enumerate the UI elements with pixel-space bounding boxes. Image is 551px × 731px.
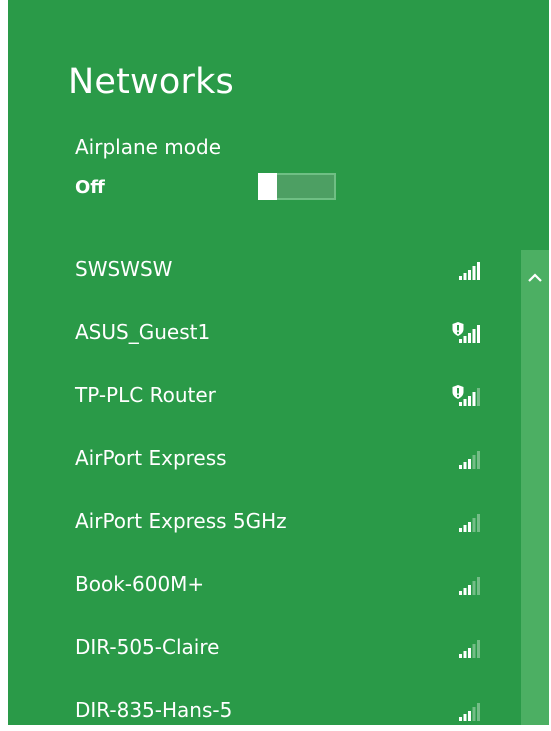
chevron-up-icon bbox=[528, 273, 542, 282]
signal-bar bbox=[472, 644, 476, 658]
airplane-mode-state: Off bbox=[75, 177, 105, 198]
network-name: DIR-505-Claire bbox=[75, 635, 220, 659]
signal-bar bbox=[459, 276, 462, 280]
network-item[interactable]: Book-600M+ bbox=[8, 553, 518, 616]
network-name: DIR-835-Hans-5 bbox=[75, 698, 233, 722]
wifi-signal-icon bbox=[459, 703, 480, 721]
network-name: TP-PLC Router bbox=[75, 383, 216, 407]
signal-bar bbox=[459, 654, 462, 658]
signal-bar bbox=[468, 396, 471, 406]
signal-bar bbox=[468, 270, 471, 280]
wifi-signal-icon bbox=[459, 451, 480, 469]
shield-warning-icon bbox=[452, 322, 464, 336]
signal-bar bbox=[472, 518, 476, 532]
toggle-thumb[interactable] bbox=[258, 173, 277, 200]
signal-bar bbox=[477, 640, 480, 658]
signal-bar bbox=[472, 707, 476, 721]
signal-bar bbox=[463, 588, 467, 595]
network-item[interactable]: DIR-505-Claire bbox=[8, 616, 518, 679]
signal-bar bbox=[463, 399, 467, 406]
airplane-mode-label: Airplane mode bbox=[75, 135, 222, 159]
wifi-signal-icon bbox=[452, 322, 480, 343]
signal-bar bbox=[468, 585, 471, 595]
airplane-mode-toggle[interactable] bbox=[258, 173, 336, 200]
signal-bar bbox=[468, 459, 471, 469]
signal-bar bbox=[468, 711, 471, 721]
signal-bar bbox=[472, 455, 476, 469]
network-name: SWSWSW bbox=[75, 257, 173, 281]
signal-bar bbox=[472, 392, 476, 406]
signal-bar bbox=[477, 451, 480, 469]
signal-bar bbox=[459, 591, 462, 595]
signal-bar bbox=[472, 581, 476, 595]
signal-bar bbox=[472, 266, 476, 280]
scrollbar[interactable] bbox=[521, 250, 549, 725]
signal-bar bbox=[477, 388, 480, 406]
network-item[interactable]: TP-PLC Router bbox=[8, 364, 518, 427]
signal-bar bbox=[459, 465, 462, 469]
signal-bar bbox=[459, 528, 462, 532]
signal-bar bbox=[463, 336, 467, 343]
signal-bar bbox=[468, 648, 471, 658]
signal-bar bbox=[459, 717, 462, 721]
network-item[interactable]: ASUS_Guest1 bbox=[8, 301, 518, 364]
network-name: AirPort Express 5GHz bbox=[75, 509, 287, 533]
signal-bar bbox=[477, 325, 480, 343]
wifi-signal-icon bbox=[459, 514, 480, 532]
network-name: Book-600M+ bbox=[75, 572, 205, 596]
signal-bar bbox=[477, 514, 480, 532]
signal-bar bbox=[463, 714, 467, 721]
wifi-signal-icon bbox=[459, 577, 480, 595]
network-item[interactable]: SWSWSW bbox=[8, 238, 518, 301]
signal-bar bbox=[463, 651, 467, 658]
signal-bar bbox=[477, 577, 480, 595]
signal-bar bbox=[459, 339, 462, 343]
signal-bar bbox=[463, 525, 467, 532]
wifi-signal-icon bbox=[459, 262, 480, 280]
wifi-signal-icon bbox=[452, 385, 480, 406]
signal-bar bbox=[463, 462, 467, 469]
signal-bar bbox=[459, 402, 462, 406]
signal-bar bbox=[468, 522, 471, 532]
shield-warning-icon bbox=[452, 385, 464, 399]
networks-panel: Networks Airplane mode Off SWSWSW ASUS_G… bbox=[8, 0, 549, 725]
signal-bar bbox=[472, 329, 476, 343]
wifi-signal-icon bbox=[459, 640, 480, 658]
network-item[interactable]: AirPort Express bbox=[8, 427, 518, 490]
network-item[interactable]: DIR-835-Hans-5 bbox=[8, 679, 518, 725]
network-name: ASUS_Guest1 bbox=[75, 320, 211, 344]
network-name: AirPort Express bbox=[75, 446, 227, 470]
signal-bar bbox=[477, 703, 480, 721]
signal-bar bbox=[468, 333, 471, 343]
signal-bar bbox=[477, 262, 480, 280]
network-item[interactable]: AirPort Express 5GHz bbox=[8, 490, 518, 553]
signal-bar bbox=[463, 273, 467, 280]
network-list: SWSWSW ASUS_Guest1 TP-PLC Router AirPort… bbox=[8, 238, 518, 725]
scroll-up-button[interactable] bbox=[521, 266, 549, 288]
page-title: Networks bbox=[68, 62, 234, 102]
